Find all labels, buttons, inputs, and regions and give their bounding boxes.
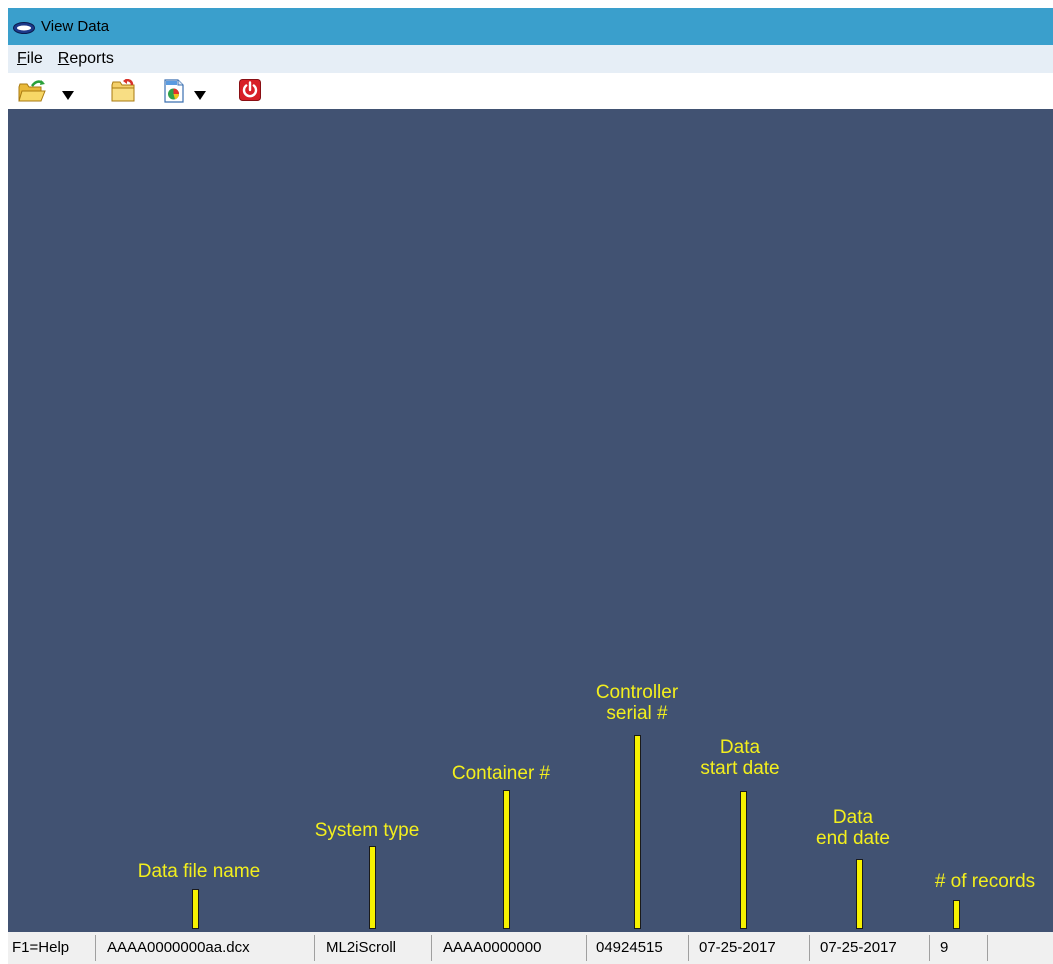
annotation-start-line1: Data (719, 737, 761, 758)
close-folder-icon[interactable] (110, 78, 136, 103)
status-divider (929, 935, 930, 961)
annotation-pointer-end-date (856, 859, 863, 929)
app-logo-icon (13, 21, 35, 34)
status-serial: 04924515 (596, 939, 663, 956)
annotation-controller-line1: Controller (595, 682, 679, 703)
status-divider (987, 935, 988, 961)
annotation-pointer-container (503, 790, 510, 929)
menu-reports-rest: eports (69, 50, 114, 67)
power-icon[interactable] (239, 79, 261, 103)
data-view-area: Data file name System type Container # C… (8, 109, 1053, 932)
annotation-end-line2: end date (816, 828, 890, 849)
report-icon[interactable] (162, 79, 186, 103)
annotation-pointer-records (953, 900, 960, 929)
status-system-type: ML2iScroll (326, 939, 397, 956)
annotation-records: # of records (934, 871, 1036, 892)
status-records: 9 (940, 939, 949, 956)
menu-file-rest: ile (26, 50, 43, 67)
status-start-date: 07-25-2017 (699, 939, 776, 956)
annotation-pointer-data-file-name (192, 889, 199, 929)
menu-file[interactable]: File (17, 50, 43, 68)
annotation-end-line1: Data (832, 807, 874, 828)
annotation-start-line2: start date (700, 758, 780, 779)
menu-bar: File Reports (8, 45, 1053, 73)
annotation-start-date: Data start date (700, 737, 779, 779)
annotation-pointer-system-type (369, 846, 376, 929)
status-file-name: AAAA0000000aa.dcx (107, 939, 250, 956)
open-folder-icon[interactable] (18, 79, 46, 103)
status-divider (809, 935, 810, 961)
status-divider (586, 935, 587, 961)
open-dropdown-arrow-icon[interactable] (62, 91, 74, 100)
annotation-controller-line2: serial # (606, 703, 668, 724)
annotation-container: Container # (451, 763, 551, 784)
menu-reports-accel: R (57, 50, 70, 67)
status-divider (688, 935, 689, 961)
status-end-date: 07-25-2017 (820, 939, 897, 956)
annotation-end-date: Data end date (816, 807, 890, 849)
annotation-pointer-start-date (740, 791, 747, 929)
report-dropdown-arrow-icon[interactable] (194, 91, 206, 100)
status-divider (95, 935, 96, 961)
annotation-data-file-name: Data file name (137, 861, 261, 882)
status-help: F1=Help (12, 939, 70, 956)
window-title: View Data (41, 18, 110, 35)
status-divider (314, 935, 315, 961)
status-divider (431, 935, 432, 961)
status-bar: F1=Help AAAA0000000aa.dcx ML2iScroll AAA… (8, 932, 1053, 964)
menu-file-accel: F (17, 50, 27, 67)
annotation-controller-serial: Controller serial # (596, 682, 678, 724)
view-data-window: View Data File Reports Data file name Sy… (8, 8, 1053, 964)
annotation-pointer-controller-serial (634, 735, 641, 929)
status-container: AAAA0000000 (443, 939, 542, 956)
toolbar (8, 73, 1053, 109)
title-bar: View Data (8, 8, 1053, 45)
menu-reports[interactable]: Reports (58, 50, 114, 68)
annotation-system-type: System type (314, 820, 420, 841)
